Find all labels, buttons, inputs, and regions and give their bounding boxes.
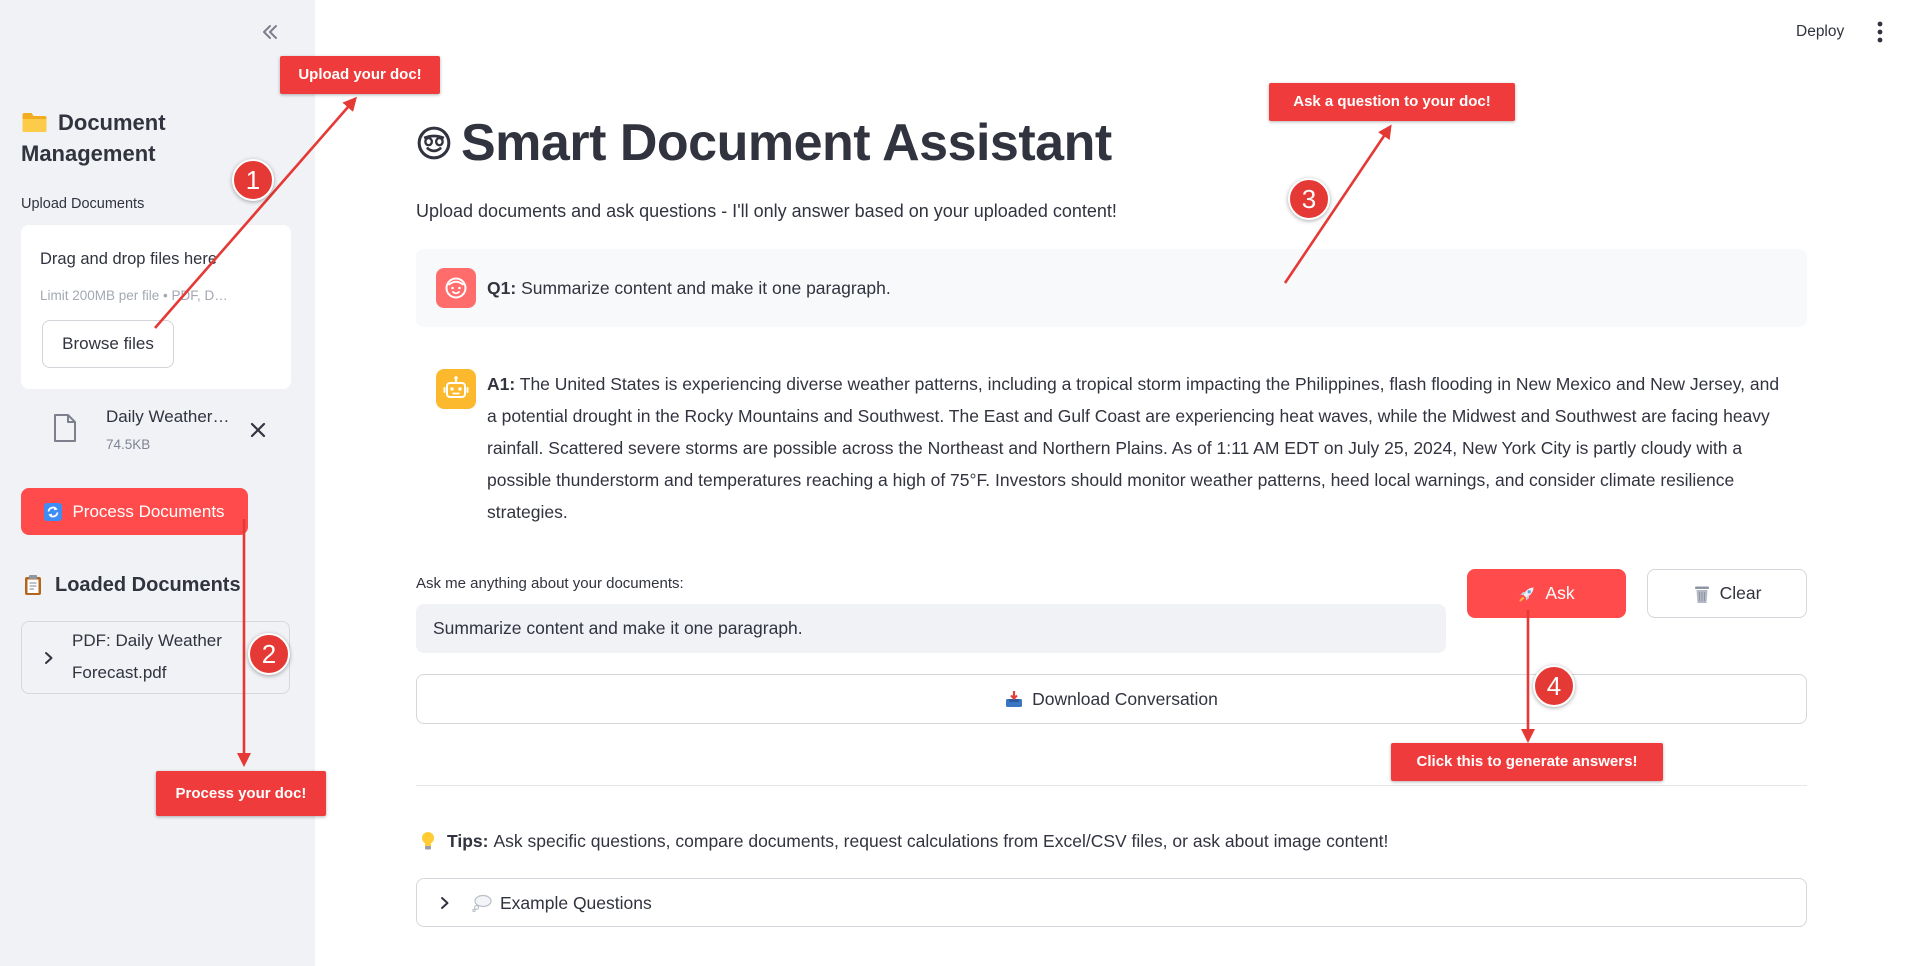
loaded-documents-title: Loaded Documents xyxy=(55,574,241,596)
download-conversation-label: Download Conversation xyxy=(1032,688,1218,709)
refresh-icon xyxy=(44,502,63,521)
ask-button-label: Ask xyxy=(1545,583,1575,603)
double-chevron-left-icon[interactable] xyxy=(260,22,280,42)
annotation-label-generate: Click this to generate answers! xyxy=(1391,743,1663,781)
clear-button[interactable]: Clear xyxy=(1647,569,1807,618)
loaded-document-label: PDF: Daily Weather Forecast.pdf xyxy=(72,631,222,682)
message-prefix: Q1: xyxy=(487,278,517,298)
annotation-step-2: 2 xyxy=(248,633,290,675)
inbox-tray-icon xyxy=(1005,690,1023,708)
question-input-label: Ask me anything about your documents: xyxy=(416,575,684,592)
deploy-button[interactable]: Deploy xyxy=(1796,22,1844,42)
message-body: The United States is experiencing divers… xyxy=(487,374,1780,522)
thought-balloon-icon xyxy=(472,894,492,913)
uploaded-file-size: 74.5KB xyxy=(106,437,151,452)
ask-button[interactable]: Ask xyxy=(1467,569,1626,618)
download-conversation-button[interactable]: Download Conversation xyxy=(416,674,1807,724)
annotation-step-3: 3 xyxy=(1288,178,1330,220)
question-input[interactable] xyxy=(416,604,1446,653)
process-documents-label: Process Documents xyxy=(72,501,225,521)
lightbulb-icon xyxy=(420,831,436,851)
annotation-step-1: 1 xyxy=(232,159,274,201)
example-questions-expander[interactable]: Example Questions xyxy=(416,878,1807,927)
tips-line: Tips: Ask specific questions, compare do… xyxy=(420,829,1388,853)
annotation-step-4: 4 xyxy=(1533,665,1575,707)
close-icon[interactable] xyxy=(250,422,266,438)
dropzone-limit-text: Limit 200MB per file • PDF, D… xyxy=(40,288,228,303)
clipboard-icon xyxy=(24,574,42,596)
loaded-documents-heading: Loaded Documents xyxy=(24,572,241,598)
sidebar: Document Management Upload Documents Dra… xyxy=(0,0,315,966)
user-message-text: Q1: Summarize content and make it one pa… xyxy=(487,276,891,300)
upload-label: Upload Documents xyxy=(21,196,145,212)
message-body: Summarize content and make it one paragr… xyxy=(521,278,891,298)
chevron-right-icon xyxy=(43,651,55,665)
message-prefix: A1: xyxy=(487,374,516,394)
file-icon xyxy=(53,413,77,443)
assistant-message-text: A1: The United States is experiencing di… xyxy=(487,368,1792,528)
page-subtitle: Upload documents and ask questions - I'l… xyxy=(416,201,1117,221)
more-vertical-icon[interactable] xyxy=(1876,20,1884,44)
rocket-icon xyxy=(1518,585,1536,603)
folder-icon xyxy=(21,110,48,132)
annotation-label-process: Process your doc! xyxy=(156,771,326,816)
divider xyxy=(416,785,1807,786)
dropzone-text: Drag and drop files here xyxy=(40,250,218,268)
sidebar-title: Document Management xyxy=(21,107,271,169)
process-documents-button[interactable]: Process Documents xyxy=(21,488,248,535)
annotation-label-ask: Ask a question to your doc! xyxy=(1269,83,1515,121)
robot-icon xyxy=(436,369,476,409)
clear-button-label: Clear xyxy=(1719,583,1762,603)
annotation-label-upload: Upload your doc! xyxy=(280,56,440,94)
tips-text: Ask specific questions, compare document… xyxy=(493,831,1389,851)
file-dropzone[interactable]: Drag and drop files here Limit 200MB per… xyxy=(21,225,291,389)
page-title: Smart Document Assistant xyxy=(461,114,1112,172)
example-questions-label: Example Questions xyxy=(500,893,652,913)
user-face-icon xyxy=(436,268,476,308)
browse-files-button[interactable]: Browse files xyxy=(42,320,174,368)
trash-icon xyxy=(1693,584,1711,604)
uploaded-file-name: Daily Weather… xyxy=(106,407,230,426)
tips-label: Tips: xyxy=(447,831,489,851)
smiling-face-icon xyxy=(416,125,452,161)
chevron-right-icon xyxy=(439,896,451,910)
